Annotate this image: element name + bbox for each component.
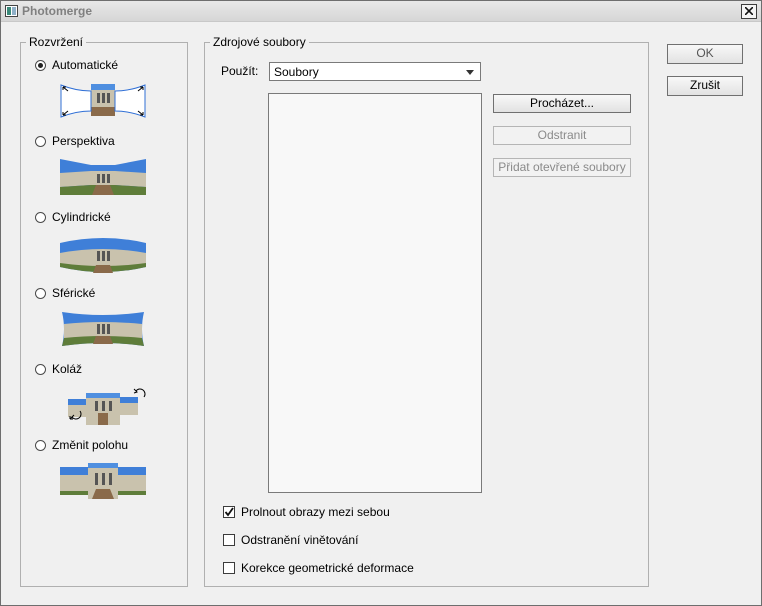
checkbox-vignette-label: Odstranění vinětování	[241, 533, 359, 547]
layout-option-perspective[interactable]: Perspektiva	[35, 134, 115, 148]
chevron-down-icon	[466, 70, 474, 75]
checkbox-blend-box[interactable]	[223, 506, 235, 518]
checkbox-geometric-correction[interactable]: Korekce geometrické deformace	[223, 561, 414, 575]
cancel-button[interactable]: Zrušit	[667, 76, 743, 96]
radio-collage[interactable]	[35, 363, 46, 375]
layout-option-cylindrical[interactable]: Cylindrické	[35, 210, 111, 224]
layout-option-perspective-label: Perspektiva	[52, 134, 115, 148]
collage-layout-thumbnail	[68, 388, 146, 425]
layout-option-reposition[interactable]: Změnit polohu	[35, 438, 128, 452]
layout-option-collage-label: Koláž	[52, 362, 83, 376]
layout-option-cylindrical-label: Cylindrické	[52, 210, 111, 224]
close-button[interactable]	[741, 4, 757, 19]
checkbox-blend-images[interactable]: Prolnout obrazy mezi sebou	[223, 505, 390, 519]
layout-group-legend: Rozvržení	[29, 35, 84, 49]
photomerge-app-icon	[5, 5, 18, 17]
checkbox-vignette-removal[interactable]: Odstranění vinětování	[223, 533, 358, 547]
layout-option-spherical[interactable]: Sférické	[35, 286, 95, 300]
radio-reposition[interactable]	[35, 439, 46, 451]
close-icon	[745, 7, 753, 15]
layout-option-auto-label: Automatické	[52, 58, 119, 72]
layout-option-auto[interactable]: Automatické	[35, 58, 118, 72]
checkbox-geometric-label: Korekce geometrické deformace	[241, 561, 414, 575]
cylindrical-layout-thumbnail	[60, 238, 146, 273]
source-files-list[interactable]	[268, 93, 482, 493]
layout-option-reposition-label: Změnit polohu	[52, 438, 129, 452]
spherical-layout-thumbnail	[62, 312, 144, 346]
layout-option-collage[interactable]: Koláž	[35, 362, 82, 376]
radio-auto[interactable]	[35, 59, 46, 71]
reposition-layout-thumbnail	[60, 463, 146, 499]
checkmark-icon	[224, 507, 234, 517]
use-label: Použít:	[221, 64, 259, 78]
add-open-files-button[interactable]: Přidat otevřené soubory	[493, 158, 631, 177]
window-title: Photomerge	[22, 4, 93, 18]
radio-spherical[interactable]	[35, 287, 46, 299]
use-select[interactable]: Soubory	[269, 62, 481, 81]
browse-button[interactable]: Procházet...	[493, 94, 631, 113]
photomerge-dialog: Photomerge Rozvržení Automatické Perspek…	[0, 0, 762, 606]
checkbox-geometric-box[interactable]	[223, 562, 235, 574]
layout-option-spherical-label: Sférické	[52, 286, 96, 300]
source-files-legend: Zdrojové soubory	[213, 35, 306, 49]
use-select-value: Soubory	[274, 65, 319, 79]
perspective-layout-thumbnail	[60, 159, 146, 195]
auto-layout-thumbnail	[60, 84, 146, 118]
radio-cylindrical[interactable]	[35, 211, 46, 223]
ok-button[interactable]: OK	[667, 44, 743, 64]
radio-perspective[interactable]	[35, 135, 46, 147]
checkbox-vignette-box[interactable]	[223, 534, 235, 546]
remove-button[interactable]: Odstranit	[493, 126, 631, 145]
checkbox-blend-label: Prolnout obrazy mezi sebou	[241, 505, 390, 519]
title-bar: Photomerge	[1, 1, 761, 22]
